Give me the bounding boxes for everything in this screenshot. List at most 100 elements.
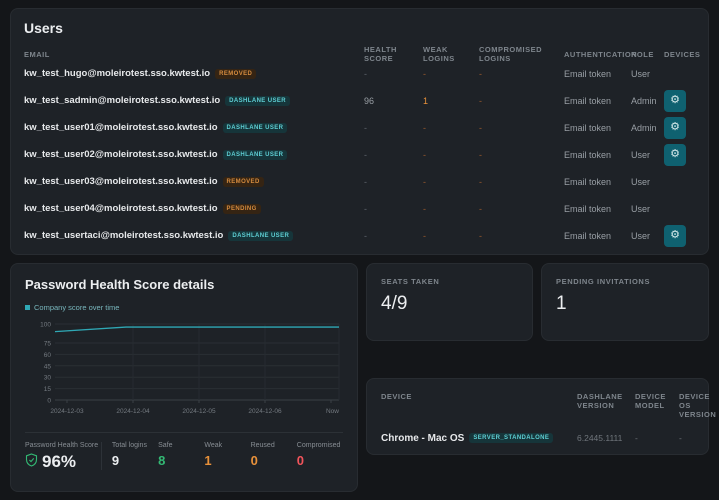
password-health-title: Password Health Score details [25, 277, 215, 292]
column-header-device: DEVICE [381, 392, 412, 401]
table-row[interactable]: kw_test_sadmin@moleirotest.sso.kwtest.io… [24, 87, 695, 114]
user-status-badge: DASHLANE USER [228, 230, 294, 241]
devices-panel: DEVICE DASHLANE VERSION DEVICE MODEL DEV… [366, 378, 716, 455]
health-stats-row: Password Health Score 96% Total logins 9 Saf… [25, 442, 343, 470]
user-email: kw_test_hugo@moleirotest.sso.kwtest.io [24, 68, 211, 79]
device-settings-button[interactable]: ⚙ [664, 116, 686, 139]
user-email-cell: kw_test_hugo@moleirotest.sso.kwtest.io RE… [24, 68, 364, 79]
weak-logins-cell: 1 [423, 95, 429, 106]
stat-label: Weak [204, 442, 223, 449]
seats-taken-value: 4/9 [381, 293, 408, 314]
stat-weak: Weak 1 [204, 442, 250, 469]
role-cell: Admin [631, 122, 657, 133]
table-row[interactable]: kw_test_user03@moleirotest.sso.kwtest.io… [24, 168, 695, 195]
stat-reused: Reused 0 [251, 442, 297, 469]
table-row[interactable]: kw_test_usertaci@moleirotest.sso.kwtest.… [24, 222, 695, 249]
legend-swatch-icon [25, 305, 30, 310]
role-cell: User [631, 203, 651, 214]
y-tick-label: 100 [40, 322, 51, 329]
password-health-panel: Password Health Score details Company sc… [10, 263, 358, 492]
pending-invitations-card: PENDING INVITATIONS 1 [541, 263, 709, 341]
user-email-cell: kw_test_user01@moleirotest.sso.kwtest.io… [24, 122, 364, 133]
user-status-badge: DASHLANE USER [222, 149, 288, 160]
user-email-cell: kw_test_user02@moleirotest.sso.kwtest.io… [24, 149, 364, 160]
x-tick-label: Now [326, 408, 339, 415]
user-email: kw_test_user03@moleirotest.sso.kwtest.io [24, 176, 218, 187]
device-type-badge: SERVER_STANDALONE [469, 433, 554, 443]
device-name-cell: Chrome - Mac OS SERVER_STANDALONE [381, 433, 571, 444]
y-tick-label: 45 [44, 363, 52, 370]
user-status-badge: PENDING [222, 203, 261, 214]
stat-value: 1 [204, 453, 212, 468]
authentication-cell: Email token [564, 203, 612, 214]
stat-label: Total logins [111, 442, 147, 449]
user-status-badge: DASHLANE USER [222, 122, 288, 133]
weak-logins-cell: - [423, 122, 426, 133]
authentication-cell: Email token [564, 230, 612, 241]
gear-icon: ⚙ [670, 229, 680, 241]
device-os-version-cell: - [679, 433, 682, 443]
compromised-logins-cell: - [479, 230, 482, 241]
gear-icon: ⚙ [670, 148, 680, 160]
table-row[interactable]: kw_test_user02@moleirotest.sso.kwtest.io… [24, 141, 695, 168]
legend-label: Company score over time [34, 303, 120, 312]
table-row[interactable]: kw_test_hugo@moleirotest.sso.kwtest.io RE… [24, 60, 695, 87]
x-tick-label: 2024-12-06 [248, 408, 282, 415]
device-settings-button[interactable]: ⚙ [664, 143, 686, 166]
column-header-role: ROLE [631, 49, 654, 59]
y-tick-label: 30 [44, 375, 52, 382]
chart-legend-item[interactable]: Company score over time [25, 303, 343, 312]
pending-invitations-label: PENDING INVITATIONS [556, 277, 651, 286]
column-header-dashlane-version: DASHLANE VERSION [577, 392, 623, 410]
column-header-device-model: DEVICE MODEL [635, 392, 666, 410]
column-header-health-score: HEALTH SCORE [364, 45, 397, 63]
users-table-header: EMAIL HEALTH SCORE WEAK LOGINS COMPROMIS… [24, 45, 700, 63]
column-header-weak-logins: WEAK LOGINS [423, 45, 455, 63]
role-cell: User [631, 230, 651, 241]
company-score-line [54, 326, 339, 333]
role-cell: Admin [631, 95, 657, 106]
dashlane-version-cell: 6.2445.1111 [577, 433, 623, 443]
pending-invitations-value: 1 [556, 293, 567, 314]
user-status-badge: DASHLANE USER [225, 95, 291, 106]
health-score-chart: 0 15 30 45 60 75 100 2024-12-03 2024-12-04 2024-1… [25, 316, 343, 429]
compromised-logins-cell: - [479, 122, 482, 133]
user-email: kw_test_usertaci@moleirotest.sso.kwtest.… [24, 230, 224, 241]
user-email: kw_test_user04@moleirotest.sso.kwtest.io [24, 203, 218, 214]
column-header-authentication: AUTHENTICATION [564, 49, 638, 59]
stats-divider [25, 432, 343, 433]
stat-password-health-score: Password Health Score 96% [25, 442, 99, 470]
seats-taken-card: SEATS TAKEN 4/9 [366, 263, 533, 341]
user-status-badge: REMOVED [222, 176, 264, 187]
role-cell: User [631, 68, 651, 79]
devices-table-header: DEVICE DASHLANE VERSION DEVICE MODEL DEV… [381, 392, 716, 419]
column-header-email: EMAIL [24, 49, 50, 59]
user-email-cell: kw_test_user04@moleirotest.sso.kwtest.io… [24, 203, 364, 214]
stat-label: Compromised [296, 442, 341, 449]
table-row[interactable]: kw_test_user01@moleirotest.sso.kwtest.io… [24, 114, 695, 141]
device-name: Chrome - Mac OS [381, 432, 465, 444]
user-email-cell: kw_test_usertaci@moleirotest.sso.kwtest.… [24, 230, 364, 241]
table-row[interactable]: kw_test_user04@moleirotest.sso.kwtest.io… [24, 195, 695, 222]
y-tick-label: 15 [44, 386, 52, 393]
stat-value: 0 [250, 453, 258, 468]
devices-cell: ⚙ [664, 89, 710, 112]
stat-total-logins: Total logins 9 [112, 442, 158, 469]
health-score-cell: - [364, 230, 367, 241]
x-tick-label: 2024-12-04 [116, 408, 150, 415]
compromised-logins-cell: - [479, 68, 482, 79]
stat-vertical-divider [101, 442, 102, 470]
stat-value: 8 [158, 453, 166, 468]
line-chart-svg: 0 15 30 45 60 75 100 2024-12-03 2024-12-04 2024-1… [40, 322, 340, 415]
y-tick-label: 0 [47, 398, 51, 405]
authentication-cell: Email token [564, 95, 612, 106]
device-model-cell: - [635, 433, 638, 443]
users-panel-title: Users [24, 20, 63, 36]
device-settings-button[interactable]: ⚙ [664, 224, 686, 247]
stat-label: Password Health Score [25, 442, 99, 449]
gear-icon: ⚙ [670, 121, 680, 133]
device-settings-button[interactable]: ⚙ [664, 89, 686, 112]
user-email: kw_test_user02@moleirotest.sso.kwtest.io [24, 149, 218, 160]
health-score-cell: - [364, 203, 367, 214]
compromised-logins-cell: - [479, 149, 482, 160]
